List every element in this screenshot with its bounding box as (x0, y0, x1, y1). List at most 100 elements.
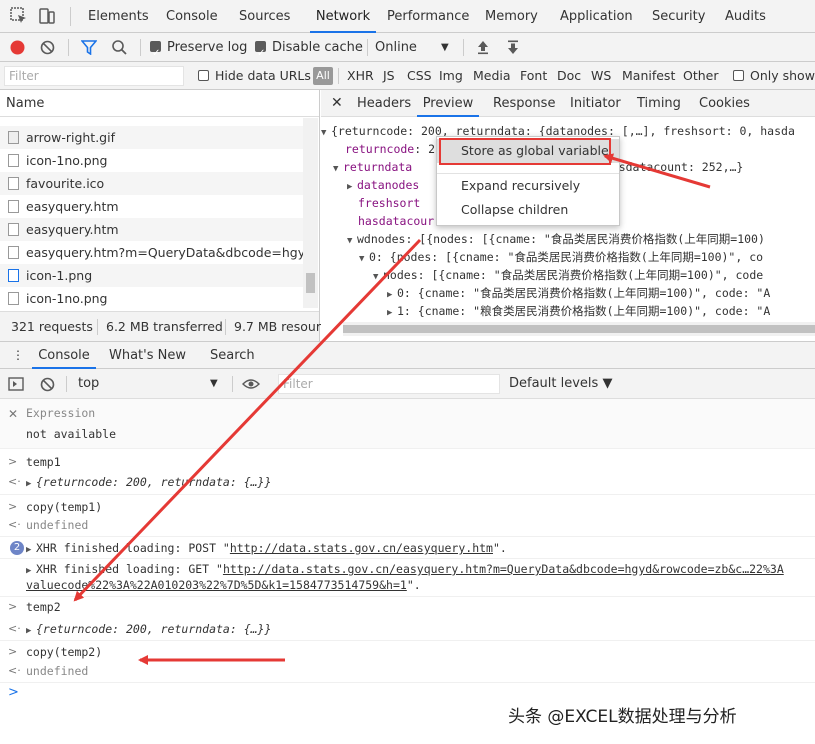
preserve-log-checkbox[interactable]: Preserve log (150, 33, 247, 68)
tab-preview[interactable]: Preview (417, 90, 479, 117)
filter-font[interactable]: Font (520, 62, 547, 90)
filter-icon[interactable] (81, 40, 97, 55)
drawer-tab-whats-new[interactable]: What's New (109, 342, 186, 369)
search-icon[interactable] (111, 39, 128, 56)
filter-manifest[interactable]: Manifest (622, 62, 675, 90)
filter-css[interactable]: CSS (407, 62, 432, 90)
details-tabbar: ✕ Headers Preview Response Initiator Tim… (321, 90, 815, 117)
repeat-count-badge: 2 (10, 541, 24, 555)
drawer-tabbar: ⋮ Console What's New Search (0, 341, 815, 369)
console-toolbar: top ▼ Filter Default levels ▼ (0, 369, 815, 399)
console-prompt[interactable]: > (0, 683, 815, 703)
filter-img[interactable]: Img (439, 62, 463, 90)
json-datanodes[interactable]: ▶ datanodes (347, 176, 419, 194)
tab-headers[interactable]: Headers (357, 90, 411, 117)
request-row[interactable]: easyquery.htm (0, 195, 303, 218)
clear-console-icon[interactable] (40, 377, 55, 392)
import-har-icon[interactable] (476, 40, 490, 55)
chevron-down-icon: ▼ (210, 378, 218, 389)
json-node-1[interactable]: ▶ 1: {cname: "粮食类居民消费价格指数(上年同期=100)", cod… (387, 302, 770, 320)
name-column-header[interactable]: Name (0, 90, 319, 117)
context-select[interactable]: top ▼ (78, 369, 223, 399)
result-arrow-icon: <· (8, 518, 21, 531)
tab-elements[interactable]: Elements (88, 0, 149, 33)
network-filter-bar: Filter Hide data URLs All XHR JS CSS Img… (0, 62, 815, 90)
tab-response[interactable]: Response (493, 90, 555, 117)
drawer-tab-search[interactable]: Search (210, 342, 255, 369)
drawer-tab-console[interactable]: Console (32, 342, 96, 369)
only-show-checkbox[interactable]: Only show (733, 62, 815, 90)
log-levels-select[interactable]: Default levels ▼ (509, 369, 612, 399)
json-freshsort[interactable]: freshsort (358, 194, 420, 212)
export-har-icon[interactable] (506, 40, 520, 55)
tab-initiator[interactable]: Initiator (570, 90, 621, 117)
console-object-result[interactable]: ▶ {returncode: 200, returndata: {…}} (26, 622, 271, 636)
filter-js[interactable]: JS (383, 62, 395, 90)
json-returncode[interactable]: returncode: 2 (345, 140, 435, 158)
live-expression-eye-icon[interactable] (242, 378, 260, 390)
throttle-select[interactable]: Online ▼ (375, 33, 453, 62)
request-list-scrollbar[interactable] (303, 118, 318, 308)
console-entry: > copy(temp2) <· undefined (0, 641, 815, 683)
request-row[interactable]: icon-1.png (0, 264, 303, 287)
chevron-down-icon: ▼ (441, 42, 449, 53)
filter-all-pill[interactable]: All (313, 67, 333, 85)
xhr-url-link[interactable]: http://data.stats.gov.cn/easyquery.htm?m… (223, 562, 784, 576)
network-filter-input[interactable]: Filter (4, 66, 184, 86)
inspect-element-icon[interactable] (10, 7, 28, 25)
console-object-result[interactable]: ▶ {returncode: 200, returndata: {…}} (26, 475, 271, 489)
tab-application[interactable]: Application (560, 0, 633, 33)
input-prompt-icon: > (8, 500, 18, 513)
filter-other[interactable]: Other (683, 62, 719, 90)
json-nodes[interactable]: ▼ nodes: [{cname: "食品类居民消费价格指数(上年同期=100)"… (373, 266, 763, 284)
drawer-menu-icon[interactable]: ⋮ (12, 342, 24, 369)
tab-cookies[interactable]: Cookies (699, 90, 750, 117)
request-row[interactable]: easyquery.htm (0, 218, 303, 241)
clear-icon[interactable] (40, 40, 55, 55)
console-xhr-entry: ▶ XHR finished loading: GET "http://data.… (0, 559, 815, 597)
resources-size: 9.7 MB resour (234, 319, 321, 334)
json-wdnodes[interactable]: ▼ wdnodes: [{nodes: [{cname: "食品类居民消费价格指数… (347, 230, 765, 248)
tab-performance[interactable]: Performance (387, 0, 469, 33)
request-row[interactable]: icon-1no.png (0, 149, 303, 172)
request-list-pane: Name arrow-right.gif icon-1no.png favour… (0, 90, 321, 341)
collapse-children-item[interactable]: Collapse children (437, 198, 619, 222)
tab-audits[interactable]: Audits (725, 0, 766, 33)
json-hasdatacount[interactable]: hasdatacour (358, 212, 434, 230)
tab-timing[interactable]: Timing (637, 90, 681, 117)
xhr-url-link-cont[interactable]: valuecode%22%3A%22A010203%22%7D%5D&k1=15… (26, 578, 407, 592)
request-row[interactable]: easyquery.htm?m=QueryData&dbcode=hgyd& (0, 241, 303, 264)
prompt-caret-icon: > (8, 685, 19, 700)
request-row[interactable]: favourite.ico (0, 172, 303, 195)
hide-data-urls-checkbox[interactable]: Hide data URLs (198, 62, 311, 90)
record-icon[interactable] (10, 40, 25, 55)
request-row[interactable]: icon-1no.png (0, 287, 303, 310)
live-expression: ✕ Expression not available (0, 399, 815, 449)
filter-doc[interactable]: Doc (557, 62, 581, 90)
filter-ws[interactable]: WS (591, 62, 611, 90)
request-row[interactable]: arrow-right.gif (0, 126, 303, 149)
device-toolbar-icon[interactable] (38, 7, 56, 25)
tab-sources[interactable]: Sources (239, 0, 290, 33)
request-summary-bar: 321 requests 6.2 MB transferred 9.7 MB r… (0, 311, 321, 341)
sidebar-toggle-icon[interactable] (8, 377, 24, 391)
console-entry: > copy(temp1) <· undefined (0, 495, 815, 537)
console-filter-input[interactable]: Filter (278, 374, 500, 394)
input-prompt-icon: > (8, 455, 18, 468)
tab-memory[interactable]: Memory (485, 0, 538, 33)
remove-expression-icon[interactable]: ✕ (8, 407, 18, 421)
filter-xhr[interactable]: XHR (347, 62, 374, 90)
close-details-icon[interactable]: ✕ (331, 90, 343, 117)
xhr-url-link[interactable]: http://data.stats.gov.cn/easyquery.htm (230, 541, 493, 555)
expand-recursively-item[interactable]: Expand recursively (437, 174, 619, 198)
json-node-0[interactable]: ▶ 0: {cname: "食品类居民消费价格指数(上年同期=100)", cod… (387, 284, 770, 302)
tab-security[interactable]: Security (652, 0, 705, 33)
tab-network[interactable]: Network (310, 0, 376, 33)
preview-horizontal-scrollbar[interactable] (343, 322, 815, 336)
json-wdnodes-0[interactable]: ▼ 0: {nodes: [{cname: "食品类居民消费价格指数(上年同期=1… (359, 248, 763, 266)
console-xhr-entry: 2 ▶ XHR finished loading: POST "http://da… (0, 537, 815, 559)
result-arrow-icon: <· (8, 664, 21, 677)
filter-media[interactable]: Media (473, 62, 511, 90)
disable-cache-checkbox[interactable]: Disable cache (255, 33, 363, 68)
tab-console[interactable]: Console (166, 0, 218, 33)
